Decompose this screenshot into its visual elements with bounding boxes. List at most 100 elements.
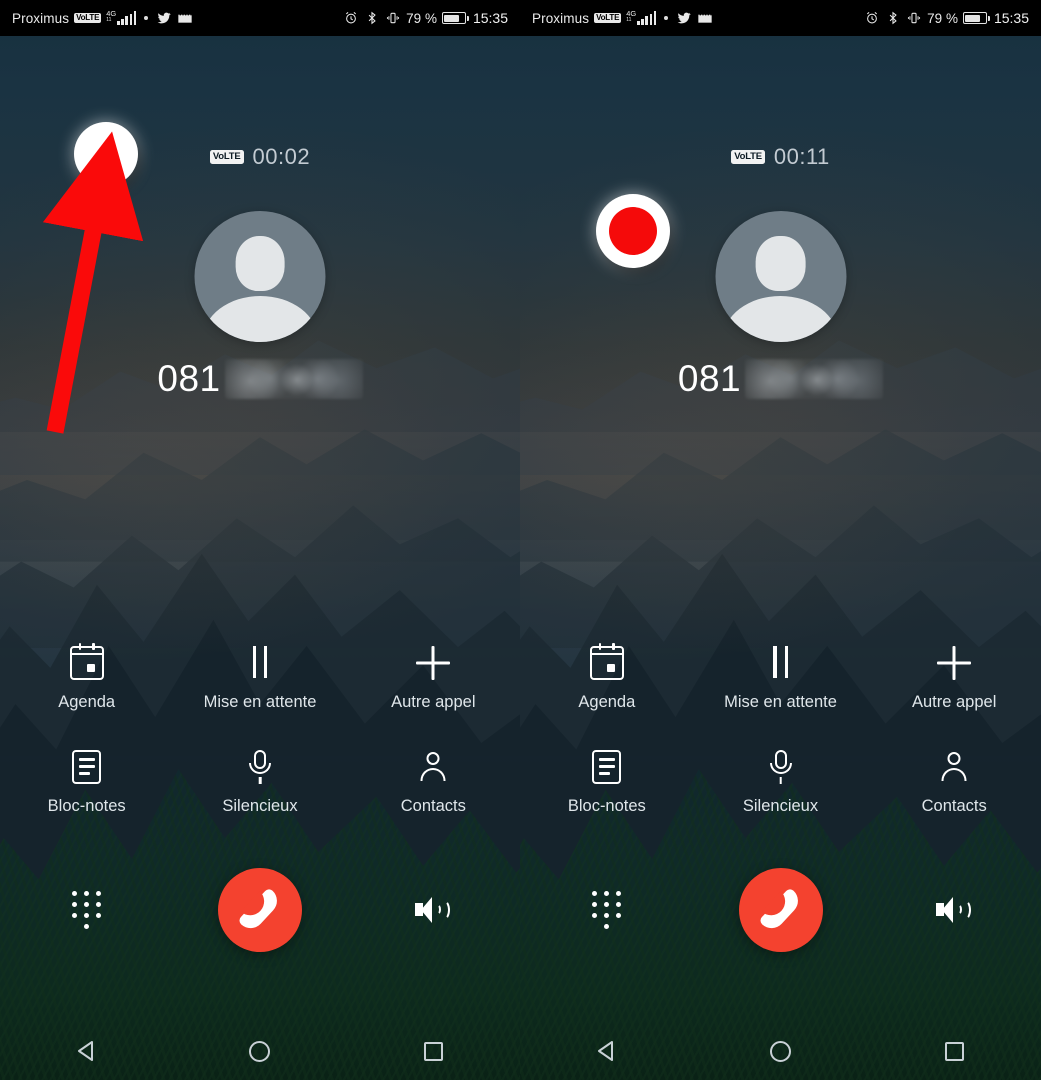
carrier-label: Proximus [532,10,590,26]
volte-badge-icon: VoLTE [731,150,765,164]
pause-icon [764,646,798,680]
call-screen: VoLTE 00:02 081 Agenda Mise en attente A… [0,36,520,1080]
notes-icon [592,750,622,784]
recents-square-icon [423,1041,443,1061]
microphone-icon [243,750,277,784]
caller-number: 081 [157,358,221,399]
screenshot-root: Proximus VoLTE 4G 11 79 % 15:35 VoLTE 00… [0,0,1041,1080]
caller-number: 081 [677,358,742,399]
plus-icon [416,646,450,680]
film-icon [178,13,192,23]
home-circle-icon [770,1040,791,1062]
plus-icon [937,646,971,680]
caller-number-row: 081 [0,358,520,400]
android-nav-bar [0,1022,520,1080]
calendar-icon [69,643,104,680]
nav-home-button[interactable] [694,1040,868,1062]
redacted-number-blur [745,359,884,399]
action-agenda[interactable]: Agenda [0,643,173,712]
nav-recents-button[interactable] [867,1041,1041,1061]
call-screen: VoLTE 00:11 081 Agenda Mise en attente A… [520,36,1041,1080]
home-circle-icon [249,1040,271,1062]
action-label: Bloc-notes [567,797,646,815]
bluetooth-icon [889,11,897,25]
battery-percent-label: 79 % [406,10,437,26]
action-label: Autre appel [911,693,997,711]
call-status-row: VoLTE 00:02 [0,144,520,170]
recents-square-icon [944,1041,964,1061]
action-hold[interactable]: Mise en attente [694,646,868,712]
alarm-icon [867,12,878,24]
call-bottom-controls [0,868,520,952]
redacted-number-blur [224,359,363,399]
volte-badge-icon: VoLTE [209,150,244,164]
clock-label: 15:35 [993,10,1029,26]
nav-recents-button[interactable] [347,1041,520,1061]
nav-back-button[interactable] [520,1039,694,1063]
speaker-button[interactable] [415,895,451,925]
nav-back-button[interactable] [0,1039,173,1063]
action-label: Silencieux [222,797,298,815]
action-label: Mise en attente [724,693,837,711]
action-label: Contacts [400,797,466,815]
call-record-button[interactable] [596,194,670,268]
back-triangle-icon [77,1041,93,1061]
carrier-label: Proximus [12,10,70,26]
twitter-icon [677,12,691,24]
avatar [715,211,846,342]
action-notes[interactable]: Bloc-notes [520,750,694,816]
action-notes[interactable]: Bloc-notes [0,750,173,816]
phone-panel-after: Proximus VoLTE 4G 11 79 % 15:35 VoLTE 00… [520,0,1041,1080]
battery-percent-label: 79 % [927,10,958,26]
signal-bars-icon: 4G 11 [626,10,657,25]
nav-home-button[interactable] [173,1040,346,1062]
speaker-button[interactable] [936,895,972,925]
phone-panel-before: Proximus VoLTE 4G 11 79 % 15:35 VoLTE 00… [0,0,520,1080]
call-actions: Agenda Mise en attente Autre appel Bloc-… [0,643,520,816]
action-agenda[interactable]: Agenda [520,643,694,712]
action-mute[interactable]: Silencieux [694,750,868,816]
pause-icon [243,646,277,680]
dot-icon [144,16,149,20]
back-triangle-icon [597,1041,613,1061]
signal-bars-icon: 4G 11 [106,10,137,25]
dot-icon [664,16,669,20]
end-call-button[interactable] [217,868,302,952]
bluetooth-icon [368,11,376,25]
notes-icon [72,750,102,784]
end-call-button[interactable] [738,868,823,952]
film-icon [698,13,712,23]
call-timer: 00:02 [252,144,311,169]
vibrate-icon [387,12,400,24]
microphone-icon [764,750,798,784]
hangup-icon [237,886,283,934]
battery-icon [962,12,990,24]
action-label: Silencieux [742,797,819,815]
keypad-button[interactable] [591,891,622,929]
status-bar: Proximus VoLTE 4G 11 79 % 15:35 [520,0,1041,36]
battery-icon [441,12,469,24]
action-label: Agenda [578,693,636,711]
action-label: Bloc-notes [47,797,126,815]
action-label: Mise en attente [203,693,317,711]
avatar [194,211,326,342]
call-bottom-controls [520,868,1041,952]
caller-number-row: 081 [520,358,1041,400]
vibrate-icon [908,12,921,24]
action-hold[interactable]: Mise en attente [173,646,346,712]
volte-badge-icon: VoLTE [594,13,622,23]
action-mute[interactable]: Silencieux [173,750,346,816]
android-nav-bar [520,1022,1041,1080]
alarm-icon [346,12,357,24]
action-contacts[interactable]: Contacts [347,750,520,816]
calendar-icon [589,643,624,680]
twitter-icon [157,12,171,24]
keypad-button[interactable] [71,891,102,929]
action-contacts[interactable]: Contacts [867,750,1041,816]
call-status-row: VoLTE 00:11 [520,144,1041,170]
clock-label: 15:35 [472,10,508,26]
action-other-call[interactable]: Autre appel [347,646,520,712]
network-subtype-label: 11 [626,17,632,23]
record-dot-icon [609,207,657,255]
action-other-call[interactable]: Autre appel [867,646,1041,712]
